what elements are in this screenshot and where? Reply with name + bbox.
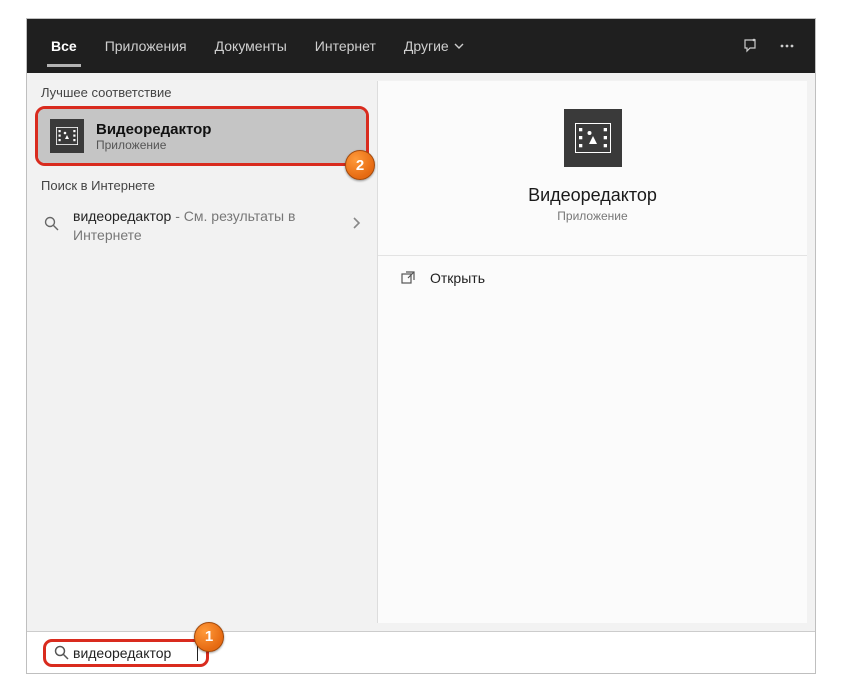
- web-search-query: видеоредактор: [73, 208, 171, 224]
- chevron-down-icon: [454, 41, 464, 51]
- web-search-result[interactable]: видеоредактор - См. результаты в Интерне…: [27, 199, 377, 253]
- open-icon: [400, 270, 416, 286]
- annotation-step-2: 2: [345, 150, 375, 180]
- tab-all-label: Все: [51, 38, 77, 54]
- feedback-icon[interactable]: [733, 37, 769, 55]
- best-match-item[interactable]: Видеоредактор Приложение: [38, 109, 366, 163]
- tabs-bar: Все Приложения Документы Интернет Другие: [27, 19, 815, 73]
- tab-apps-label: Приложения: [105, 38, 187, 54]
- annotation-step-1: 1: [194, 622, 224, 652]
- search-input[interactable]: [73, 645, 193, 661]
- best-match-title: Видеоредактор: [96, 121, 211, 138]
- best-match-header: Лучшее соответствие: [27, 73, 377, 106]
- tab-web[interactable]: Интернет: [301, 19, 390, 73]
- best-match-sub: Приложение: [96, 138, 211, 152]
- tab-more[interactable]: Другие: [390, 19, 478, 73]
- open-action[interactable]: Открыть: [378, 256, 807, 300]
- video-editor-app-icon: [50, 119, 84, 153]
- content-area: Лучшее соответствие: [27, 73, 815, 631]
- tab-web-label: Интернет: [315, 38, 376, 54]
- best-match-container: Видеоредактор Приложение 2: [35, 106, 369, 166]
- web-search-header: Поиск в Интернете: [27, 166, 377, 199]
- chevron-right-icon: [351, 216, 361, 235]
- tab-apps[interactable]: Приложения: [91, 19, 201, 73]
- open-label: Открыть: [430, 270, 485, 286]
- detail-title: Видеоредактор: [528, 185, 657, 206]
- search-bar: 1: [27, 631, 815, 673]
- tab-docs-label: Документы: [215, 38, 287, 54]
- search-icon: [41, 216, 61, 235]
- results-panel: Лучшее соответствие: [27, 73, 377, 631]
- detail-sub: Приложение: [557, 209, 627, 223]
- video-editor-app-icon-large: [564, 109, 622, 167]
- search-field[interactable]: 1: [43, 639, 209, 667]
- detail-panel: Видеоредактор Приложение Открыть: [377, 81, 807, 623]
- search-window: Все Приложения Документы Интернет Другие…: [26, 18, 816, 674]
- web-search-text: видеоредактор - См. результаты в Интерне…: [73, 207, 339, 245]
- tab-all[interactable]: Все: [37, 19, 91, 73]
- tab-more-label: Другие: [404, 38, 449, 54]
- more-icon[interactable]: [769, 37, 805, 55]
- tab-docs[interactable]: Документы: [201, 19, 301, 73]
- search-icon: [54, 645, 69, 660]
